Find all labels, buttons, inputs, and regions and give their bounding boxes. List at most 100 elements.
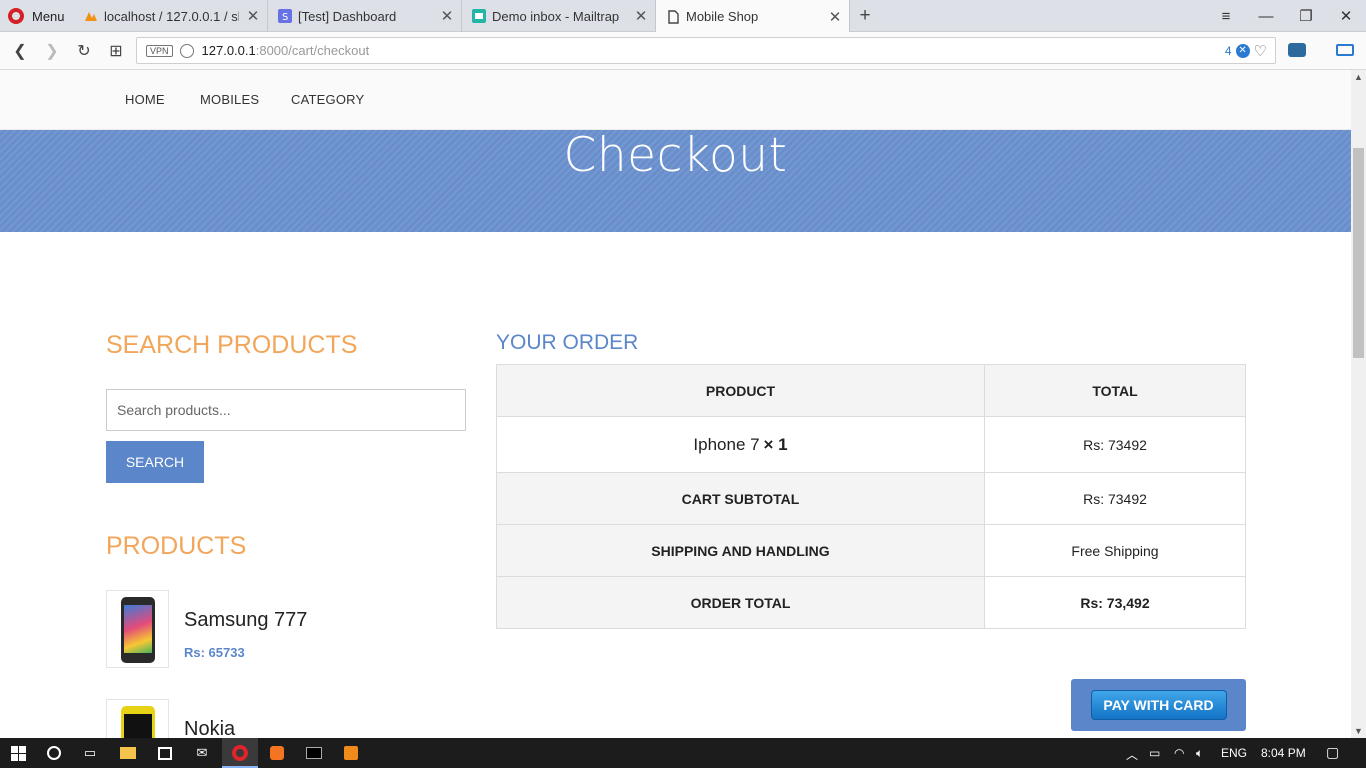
shipping-label: SHIPPING AND HANDLING	[496, 524, 985, 577]
page-title: Checkout	[563, 128, 788, 183]
order-table: PRODUCT TOTAL Iphone 7 × 1 Rs: 73492 CAR…	[496, 364, 1246, 629]
close-window-icon[interactable]: ✕	[1326, 0, 1366, 32]
close-tab-icon[interactable]: ✕	[821, 8, 849, 26]
globe-icon	[179, 43, 194, 58]
extension-icon[interactable]	[1288, 43, 1306, 57]
tab-title: localhost / 127.0.0.1 / shop	[104, 8, 239, 24]
windows-taskbar: ▭ ✉ ︿ ▭ ◠ 🔈︎ ENG 8:04 PM ▢	[0, 738, 1366, 768]
address-bar[interactable]: VPN 127.0.0.1:8000/cart/checkout 4 ✕ ♡	[136, 37, 1276, 64]
search-products-heading: SEARCH PRODUCTS	[106, 331, 358, 359]
product-thumbnail[interactable]	[106, 699, 169, 738]
products-heading: PRODUCTS	[106, 532, 247, 560]
tray-chevron-icon[interactable]: ︿	[1126, 746, 1138, 763]
order-item-row: Iphone 7 × 1 Rs: 73492	[496, 416, 1246, 473]
tab-mailtrap[interactable]: Demo inbox - Mailtrap ✕	[462, 0, 656, 32]
file-explorer-icon[interactable]	[118, 743, 138, 763]
nav-mobiles[interactable]: MOBILES	[200, 92, 259, 107]
item-name: Iphone 7	[693, 434, 760, 454]
language-indicator[interactable]: ENG	[1221, 746, 1247, 760]
pay-with-card-button[interactable]: PAY WITH CARD	[1090, 690, 1227, 720]
page-viewport: HOME MOBILES CATEGORY Checkout SEARCH PR…	[0, 70, 1351, 738]
subtotal-value: Rs: 73492	[984, 472, 1246, 525]
address-bar-actions: 4 ✕ ♡	[1225, 42, 1267, 60]
item-total: Rs: 73492	[984, 416, 1246, 473]
scroll-down-icon[interactable]: ▼	[1354, 726, 1363, 736]
nav-home[interactable]: HOME	[125, 92, 165, 107]
product-price: Rs: 65733	[184, 645, 245, 660]
close-tab-icon[interactable]: ✕	[627, 7, 655, 25]
minimize-icon[interactable]: —	[1246, 0, 1286, 32]
tab-title: Mobile Shop	[686, 9, 759, 24]
tab-title: Demo inbox - Mailtrap	[492, 8, 620, 24]
cortana-icon[interactable]	[44, 743, 64, 763]
your-order-heading: YOUR ORDER	[496, 331, 639, 354]
restore-icon[interactable]: ❐	[1286, 0, 1326, 32]
new-tab-button[interactable]: +	[852, 0, 878, 32]
shipping-row: SHIPPING AND HANDLING Free Shipping	[496, 524, 1246, 577]
scroll-up-icon[interactable]: ▲	[1354, 72, 1363, 82]
phpmyadmin-icon	[85, 12, 97, 21]
tab-strip: Menu localhost / 127.0.0.1 / shop ✕ S [T…	[0, 0, 1366, 33]
nav-category[interactable]: CATEGORY	[291, 92, 364, 107]
clock[interactable]: 8:04 PM	[1261, 746, 1306, 760]
reload-icon[interactable]: ↻	[72, 39, 96, 63]
mailtrap-icon	[472, 9, 486, 23]
forward-arrow-icon[interactable]: ❯	[40, 39, 64, 63]
product-name[interactable]: Nokia	[184, 718, 235, 738]
volume-icon[interactable]: 🔈︎	[1196, 746, 1203, 761]
tab-title: [Test] Dashboard	[298, 8, 397, 24]
opera-taskbar-icon[interactable]	[230, 743, 250, 763]
shipping-value: Free Shipping	[984, 524, 1246, 577]
page-scrollbar[interactable]: ▲ ▼	[1351, 70, 1366, 738]
windows-start-icon[interactable]	[8, 743, 28, 763]
menu-label: Menu	[32, 8, 65, 24]
site-navigation: HOME MOBILES CATEGORY	[0, 70, 1351, 130]
opera-logo-icon	[8, 8, 24, 24]
sublime-text-icon[interactable]	[341, 743, 361, 763]
mail-icon[interactable]: ✉	[192, 743, 212, 763]
samsung-phone-image	[121, 597, 155, 663]
task-view-icon[interactable]: ▭	[80, 743, 100, 763]
battery-icon[interactable]: ▭	[1149, 746, 1160, 760]
product-thumbnail[interactable]	[106, 590, 169, 668]
svg-text:S: S	[282, 12, 288, 23]
command-prompt-icon[interactable]	[304, 743, 324, 763]
subtotal-row: CART SUBTOTAL Rs: 73492	[496, 472, 1246, 525]
search-input[interactable]	[106, 389, 466, 431]
vpn-badge[interactable]: VPN	[146, 44, 173, 57]
item-cell: Iphone 7 × 1	[496, 416, 985, 473]
nokia-phone-image	[121, 706, 155, 738]
back-arrow-icon[interactable]: ❮	[8, 39, 32, 63]
battery-saver-icon[interactable]	[1336, 44, 1354, 56]
close-tab-icon[interactable]: ✕	[433, 7, 461, 25]
tab-stripe-dashboard[interactable]: S [Test] Dashboard ✕	[268, 0, 462, 32]
address-toolbar: ❮ ❯ ↻ ⊞ VPN 127.0.0.1:8000/cart/checkout…	[0, 32, 1366, 70]
adblock-count: 4	[1224, 44, 1232, 58]
url-host: 127.0.0.1	[201, 43, 256, 58]
adblock-icon[interactable]: ✕	[1235, 44, 1250, 58]
store-icon[interactable]	[155, 743, 175, 763]
item-qty: × 1	[763, 434, 788, 454]
page-icon	[668, 9, 679, 24]
bookmark-heart-icon[interactable]: ♡	[1254, 42, 1267, 60]
tab-phpmyadmin[interactable]: localhost / 127.0.0.1 / shop ✕	[74, 0, 268, 32]
scroll-thumb[interactable]	[1353, 148, 1364, 358]
tab-menu-icon[interactable]: ≡	[1206, 0, 1246, 32]
product-name[interactable]: Samsung 777	[184, 609, 307, 632]
stripe-icon: S	[278, 9, 292, 23]
speed-dial-icon[interactable]: ⊞	[104, 39, 128, 63]
xampp-icon[interactable]	[267, 743, 287, 763]
opera-menu-button[interactable]: Menu	[0, 0, 72, 32]
pay-button-container: PAY WITH CARD	[1071, 679, 1246, 731]
notifications-icon[interactable]: ▢	[1326, 744, 1339, 761]
table-header-row: PRODUCT TOTAL	[496, 364, 1246, 417]
wifi-icon[interactable]: ◠	[1174, 746, 1184, 760]
close-tab-icon[interactable]: ✕	[239, 7, 267, 25]
col-product: PRODUCT	[496, 364, 985, 417]
page-banner: Checkout	[0, 130, 1351, 232]
order-total-value: Rs: 73,492	[984, 576, 1246, 629]
search-button[interactable]: SEARCH	[106, 441, 204, 483]
url-path: :8000/cart/checkout	[255, 43, 370, 58]
order-total-label: ORDER TOTAL	[496, 576, 985, 629]
tab-mobile-shop[interactable]: Mobile Shop ✕	[656, 0, 850, 33]
